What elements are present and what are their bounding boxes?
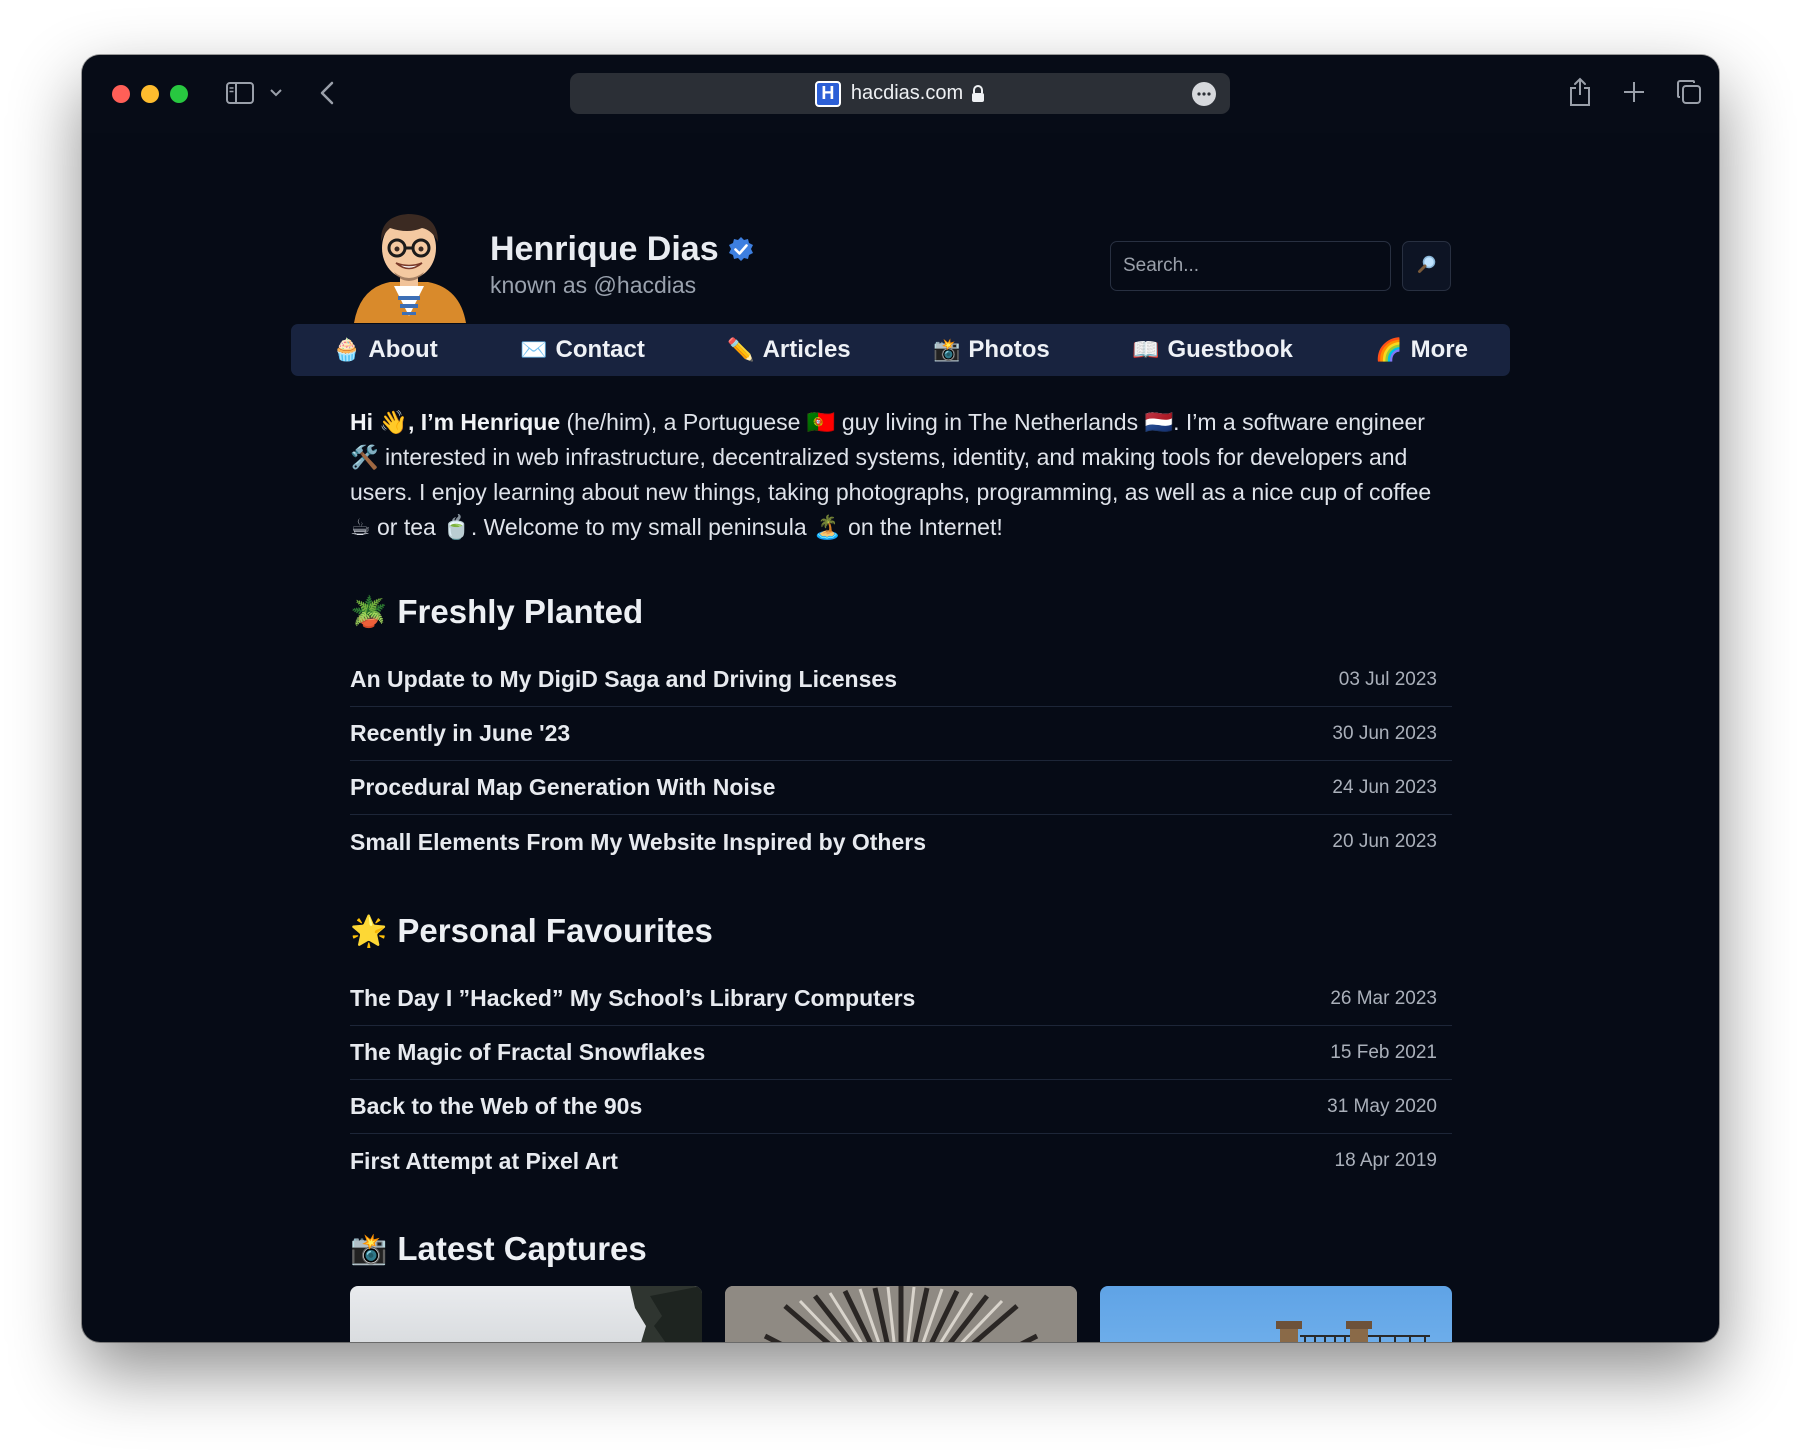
nav-label: More [1410, 336, 1468, 363]
camera-flash-icon: 📸 [933, 337, 961, 362]
nav-item-about[interactable]: 🧁 About [333, 336, 438, 364]
article-date: 31 May 2020 [1327, 1095, 1437, 1117]
section-title-personal-favourites: 🌟 Personal Favourites [350, 912, 713, 949]
list-item[interactable]: An Update to My DigiD Saga and Driving L… [350, 653, 1452, 707]
nav-item-photos[interactable]: 📸 Photos [933, 336, 1050, 364]
new-tab-icon[interactable] [1620, 77, 1648, 107]
intro-paragraph: Hi 👋, I’m Henrique (he/him), a Portugues… [350, 405, 1452, 545]
rainbow-icon: 🌈 [1375, 337, 1403, 362]
nav-label: About [368, 336, 438, 363]
article-link[interactable]: Back to the Web of the 90s [350, 1093, 642, 1120]
potted-plant-icon: 🪴 [350, 595, 388, 629]
list-item[interactable]: Procedural Map Generation With Noise 24 … [350, 761, 1452, 815]
profile-name: Henrique Dias [490, 230, 755, 269]
url-text: hacdias.com [850, 82, 964, 104]
article-date: 03 Jul 2023 [1338, 668, 1437, 690]
avatar[interactable] [350, 208, 468, 323]
pencil-icon: ✏️ [727, 337, 755, 362]
article-link[interactable]: Recently in June '23 [350, 720, 570, 747]
nav-item-more[interactable]: 🌈 More [1375, 336, 1468, 364]
tab-overview-icon[interactable] [1674, 77, 1704, 107]
address-bar[interactable]: H hacdias.com [570, 73, 1230, 114]
nav-item-contact[interactable]: ✉️ Contact [520, 336, 645, 364]
article-date: 15 Feb 2021 [1330, 1041, 1437, 1063]
nav-label: Guestbook [1167, 336, 1293, 363]
profile-handle: known as @hacdias [490, 272, 697, 298]
zoom-window-button[interactable] [170, 85, 188, 103]
article-link[interactable]: First Attempt at Pixel Art [350, 1148, 618, 1175]
nav-item-articles[interactable]: ✏️ Articles [727, 336, 850, 364]
freshly-planted-list: An Update to My DigiD Saga and Driving L… [350, 653, 1452, 869]
nav-label: Articles [762, 336, 851, 363]
article-link[interactable]: An Update to My DigiD Saga and Driving L… [350, 666, 897, 693]
camera-flash-icon: 📸 [350, 1232, 388, 1266]
list-item[interactable]: The Magic of Fractal Snowflakes 15 Feb 2… [350, 1026, 1452, 1080]
photo-thumbnail[interactable] [1100, 1286, 1452, 1342]
photo-grid [350, 1286, 1452, 1342]
lock-icon [971, 84, 985, 103]
article-date: 26 Mar 2023 [1330, 987, 1437, 1009]
article-link[interactable]: Procedural Map Generation With Noise [350, 774, 775, 801]
close-window-button[interactable] [112, 85, 130, 103]
cupcake-icon: 🧁 [333, 337, 361, 362]
photo-thumbnail[interactable] [350, 1286, 702, 1342]
more-options-icon[interactable] [1192, 82, 1216, 106]
nav-label: Photos [968, 336, 1050, 363]
personal-favourites-list: The Day I ”Hacked” My School’s Library C… [350, 972, 1452, 1188]
list-item[interactable]: Small Elements From My Website Inspired … [350, 815, 1452, 869]
intro-greeting: Hi 👋, I’m Henrique [350, 409, 561, 435]
main-nav: 🧁 About ✉️ Contact ✏️ Articles 📸 Photos … [291, 324, 1510, 376]
browser-window: H hacdias.com Henrique Dias known as @ha… [82, 55, 1719, 1342]
open-book-icon: 📖 [1132, 337, 1160, 362]
envelope-icon: ✉️ [520, 337, 548, 362]
nav-item-guestbook[interactable]: 📖 Guestbook [1132, 336, 1293, 364]
minimize-window-button[interactable] [141, 85, 159, 103]
photo-thumbnail[interactable] [725, 1286, 1077, 1342]
chevron-down-icon[interactable] [268, 81, 284, 105]
nav-label: Contact [555, 336, 645, 363]
section-title-freshly-planted: 🪴 Freshly Planted [350, 593, 644, 630]
article-date: 24 Jun 2023 [1332, 776, 1437, 798]
site-favicon: H [814, 80, 841, 107]
list-item[interactable]: The Day I ”Hacked” My School’s Library C… [350, 972, 1452, 1026]
article-link[interactable]: The Day I ”Hacked” My School’s Library C… [350, 985, 915, 1012]
search-button[interactable] [1402, 241, 1451, 291]
back-icon[interactable] [316, 79, 338, 107]
search-icon [1417, 254, 1437, 279]
list-item[interactable]: Recently in June '23 30 Jun 2023 [350, 707, 1452, 761]
article-link[interactable]: The Magic of Fractal Snowflakes [350, 1039, 705, 1066]
article-link[interactable]: Small Elements From My Website Inspired … [350, 829, 926, 856]
star-icon: 🌟 [350, 914, 388, 948]
list-item[interactable]: Back to the Web of the 90s 31 May 2020 [350, 1080, 1452, 1134]
article-date: 30 Jun 2023 [1332, 722, 1437, 744]
search-input[interactable] [1110, 241, 1391, 291]
section-title-latest-captures: 📸 Latest Captures [350, 1230, 647, 1267]
article-date: 18 Apr 2019 [1334, 1150, 1437, 1171]
verified-badge-icon [727, 236, 755, 264]
article-date: 20 Jun 2023 [1332, 831, 1437, 852]
page-content: Henrique Dias known as @hacdias 🧁 About … [82, 133, 1719, 1342]
list-item[interactable]: First Attempt at Pixel Art 18 Apr 2019 [350, 1134, 1452, 1188]
sidebar-icon[interactable] [225, 81, 255, 105]
share-icon[interactable] [1566, 75, 1594, 109]
browser-toolbar: H hacdias.com [82, 55, 1719, 133]
